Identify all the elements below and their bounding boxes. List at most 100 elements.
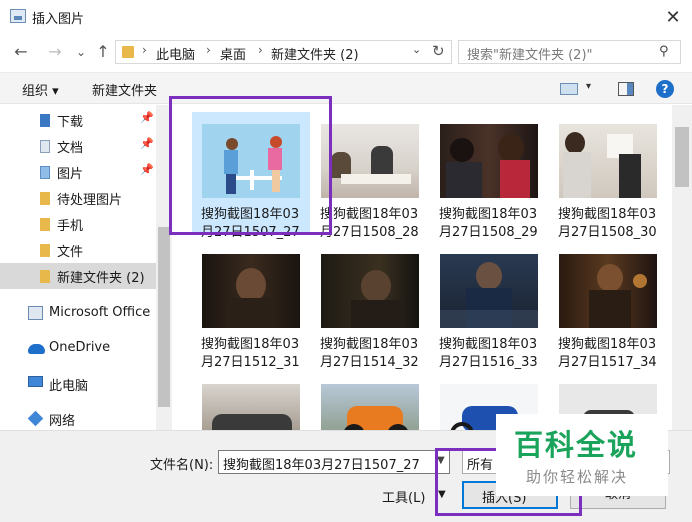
breadcrumb-separator[interactable]: ›: [258, 43, 263, 57]
filename-label: 文件名(N):: [150, 458, 214, 473]
sidebar-item-label: 待处理图片: [57, 193, 123, 208]
navigation-pane: 下载 📌 文档 📌 图片 📌 待处理图片 手机 文件 新建文件夹 (2) Mic…: [0, 105, 172, 430]
folder-icon: [40, 270, 50, 283]
file-name: 搜狗截图18年03 月27日1512_31: [201, 337, 300, 370]
sidebar-item-pending-images[interactable]: 待处理图片: [0, 185, 156, 211]
breadcrumb-current-folder[interactable]: 新建文件夹 (2): [271, 44, 359, 63]
title-bar: 插入图片 ✕: [0, 0, 692, 34]
search-icon[interactable]: ⚲: [659, 44, 669, 59]
file-name: 搜狗截图18年03 月27日1508_28: [320, 207, 419, 240]
sidebar-item-label: OneDrive: [49, 340, 111, 355]
sidebar-item-network[interactable]: 网络: [0, 406, 156, 430]
search-placeholder: 搜索"新建文件夹 (2)": [467, 48, 593, 63]
sidebar-scrollbar-thumb[interactable]: [158, 227, 170, 407]
insert-picture-icon: [10, 9, 26, 23]
image-thumbnail: [440, 254, 538, 328]
window-title: 插入图片: [32, 12, 85, 27]
image-thumbnail: [559, 254, 657, 328]
sidebar-item-label: 下载: [57, 115, 84, 130]
sidebar-item-label: 网络: [49, 414, 76, 429]
file-list-scrollbar-thumb[interactable]: [675, 127, 689, 187]
file-name: 搜狗截图18年03 月27日1514_32: [320, 337, 419, 370]
image-thumbnail: [321, 124, 419, 198]
sidebar-item-documents[interactable]: 文档 📌: [0, 133, 156, 159]
file-name: 搜狗截图18年03 月27日1516_33: [439, 337, 538, 370]
address-bar[interactable]: › 此电脑 › 桌面 › 新建文件夹 (2) ⌄ ↻: [115, 40, 452, 64]
sidebar-item-phone[interactable]: 手机: [0, 211, 156, 237]
filename-value: 搜狗截图18年03月27日1507_27: [223, 458, 420, 473]
computer-icon: [28, 376, 43, 387]
pin-icon[interactable]: 📌: [140, 163, 154, 176]
breadcrumb-this-pc[interactable]: 此电脑: [156, 44, 195, 63]
folder-icon: [40, 218, 50, 231]
sidebar-item-label: 文件: [57, 245, 84, 260]
file-tile[interactable]: 搜狗截图18年03 月27日1508_29: [430, 112, 548, 240]
sidebar-item-label: 此电脑: [49, 379, 89, 394]
breadcrumb-desktop[interactable]: 桌面: [220, 44, 246, 63]
sidebar-item-onedrive[interactable]: OneDrive: [0, 336, 156, 362]
image-thumbnail: [202, 254, 300, 328]
sidebar-item-label: 图片: [57, 167, 84, 182]
search-input[interactable]: 搜索"新建文件夹 (2)" ⚲: [458, 40, 681, 64]
office-icon: [28, 306, 43, 320]
organize-menu-button[interactable]: 组织 ▾: [22, 80, 59, 99]
image-thumbnail: [202, 384, 300, 430]
filename-input[interactable]: 搜狗截图18年03月27日1507_27 ▼: [218, 450, 450, 474]
sidebar-item-label: Microsoft Office: [49, 305, 151, 320]
command-toolbar: 组织 ▾ 新建文件夹 ▾ ?: [0, 72, 692, 104]
pictures-icon: [40, 166, 50, 179]
folder-icon: [122, 46, 134, 58]
sidebar-item-label: 新建文件夹 (2): [57, 271, 145, 286]
sidebar-item-label: 手机: [57, 219, 84, 234]
file-tile[interactable]: [192, 372, 310, 430]
sidebar-item-pictures[interactable]: 图片 📌: [0, 159, 156, 185]
watermark-logo: 百科全说 助你轻松解决: [496, 414, 668, 496]
file-list-scrollbar[interactable]: [672, 105, 692, 430]
close-button[interactable]: ✕: [654, 0, 692, 34]
change-view-icon[interactable]: [560, 83, 578, 95]
up-button[interactable]: ↑: [92, 42, 114, 62]
help-icon[interactable]: ?: [656, 80, 674, 98]
tools-menu-button[interactable]: 工具(L): [382, 487, 425, 506]
sidebar-item-downloads[interactable]: 下载 📌: [0, 107, 156, 133]
pin-icon[interactable]: 📌: [140, 137, 154, 150]
preview-pane-icon[interactable]: [618, 82, 634, 96]
file-tile[interactable]: 搜狗截图18年03 月27日1514_32: [311, 242, 429, 370]
forward-button[interactable]: →: [44, 42, 66, 62]
image-thumbnail: [440, 124, 538, 198]
file-tile[interactable]: 搜狗截图18年03 月27日1516_33: [430, 242, 548, 370]
breadcrumb-separator[interactable]: ›: [142, 43, 147, 57]
folder-icon: [40, 192, 50, 205]
recent-locations-dropdown[interactable]: ⌄: [70, 42, 92, 62]
image-thumbnail: [321, 254, 419, 328]
file-name: 搜狗截图18年03 月27日1508_30: [558, 207, 657, 240]
download-folder-icon: [40, 114, 50, 127]
image-thumbnail: [559, 124, 657, 198]
highlight-box-selected-image: [169, 96, 332, 235]
network-icon: [27, 410, 44, 427]
folder-icon: [40, 244, 50, 257]
sidebar-item-microsoft-office[interactable]: Microsoft Office: [0, 301, 156, 327]
onedrive-cloud-icon: [28, 344, 45, 354]
pin-icon[interactable]: 📌: [140, 111, 154, 124]
documents-icon: [40, 140, 50, 153]
file-tile[interactable]: 搜狗截图18年03 月27日1512_31: [192, 242, 310, 370]
sidebar-item-files[interactable]: 文件: [0, 237, 156, 263]
file-tile[interactable]: [311, 372, 429, 430]
image-thumbnail: [321, 384, 419, 430]
file-tile[interactable]: 搜狗截图18年03 月27日1508_30: [549, 112, 667, 240]
file-name: 搜狗截图18年03 月27日1517_34: [558, 337, 657, 370]
file-tile[interactable]: 搜狗截图18年03 月27日1517_34: [549, 242, 667, 370]
address-dropdown-icon[interactable]: ⌄: [412, 43, 421, 56]
watermark-title: 百科全说: [514, 428, 639, 462]
sidebar-item-label: 文档: [57, 141, 84, 156]
new-folder-button[interactable]: 新建文件夹: [92, 80, 157, 99]
breadcrumb-separator[interactable]: ›: [206, 43, 211, 57]
view-options-dropdown[interactable]: ▾: [586, 81, 591, 92]
back-button[interactable]: ←: [10, 42, 32, 62]
sidebar-item-new-folder-2[interactable]: 新建文件夹 (2): [0, 263, 156, 289]
sidebar-item-this-pc[interactable]: 此电脑: [0, 371, 156, 397]
refresh-icon[interactable]: ↻: [432, 42, 445, 60]
file-name: 搜狗截图18年03 月27日1508_29: [439, 207, 538, 240]
watermark-subtitle: 助你轻松解决: [526, 468, 629, 486]
